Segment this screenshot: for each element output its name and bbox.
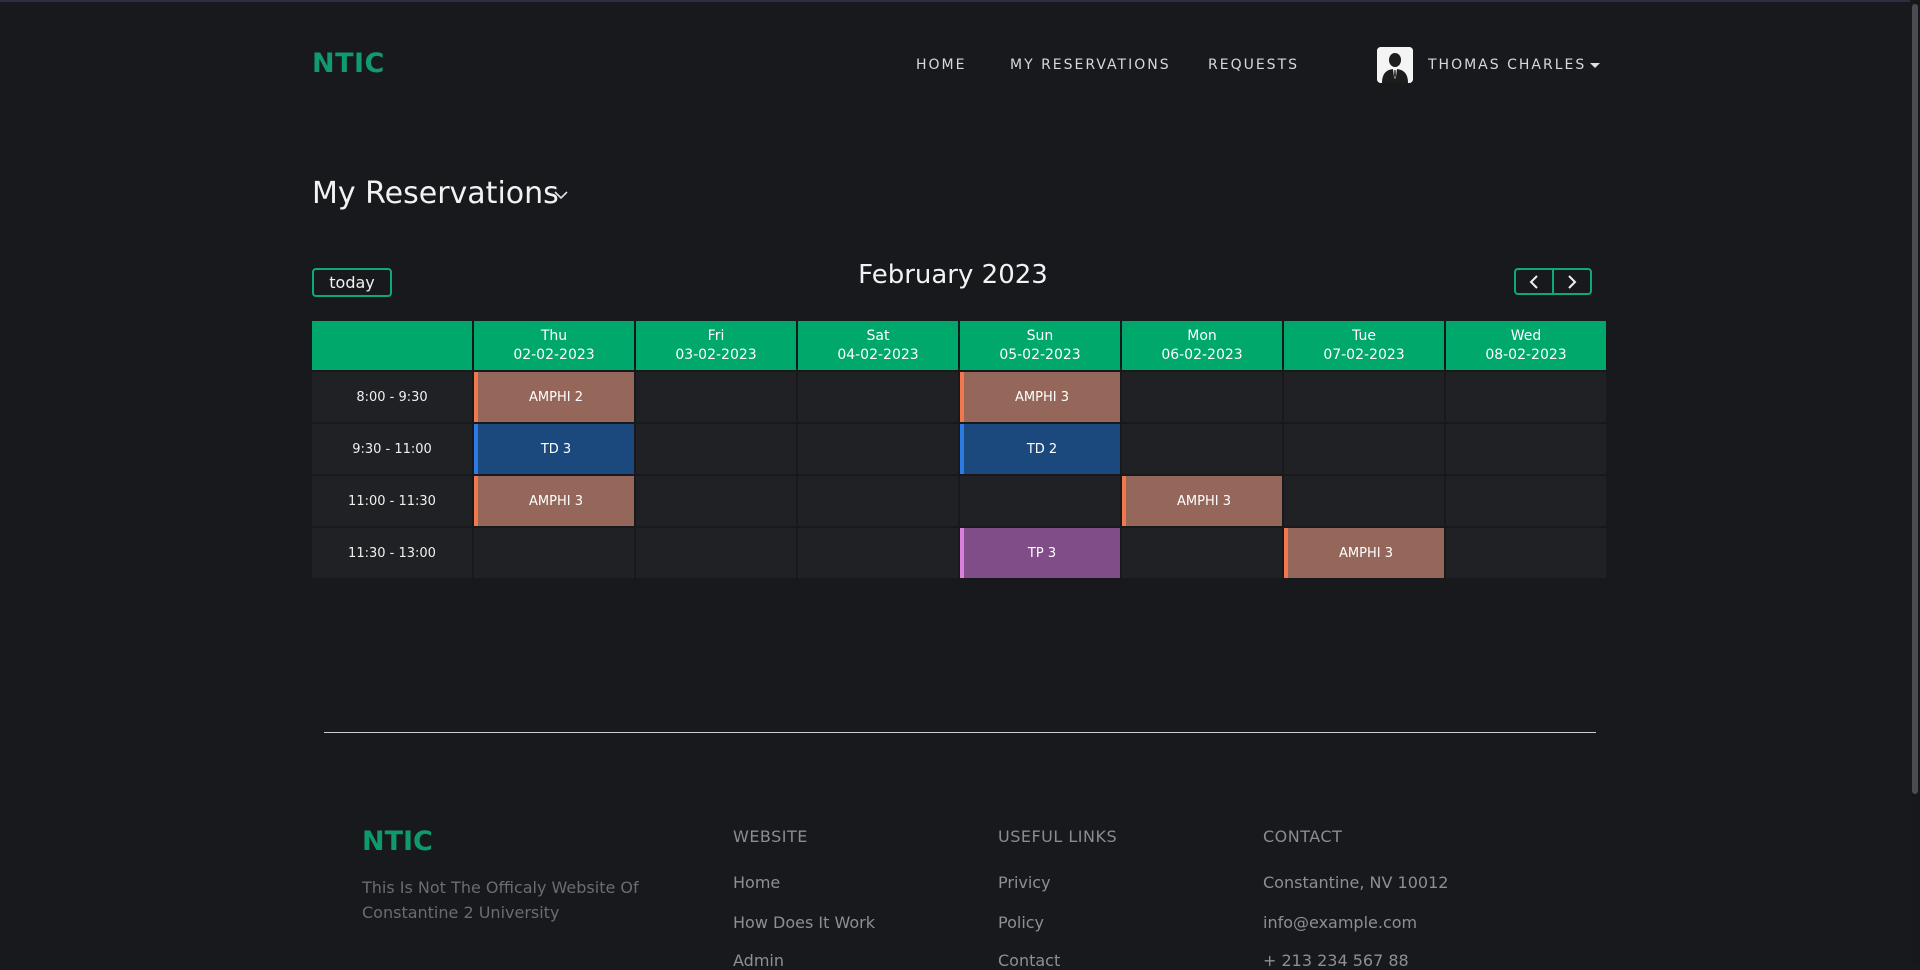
user-silhouette-icon xyxy=(1377,47,1413,83)
footer-logo[interactable]: NTIC xyxy=(362,826,433,857)
footer-link-how-it-works[interactable]: How Does It Work xyxy=(733,913,875,932)
nav-home[interactable]: HOME xyxy=(916,57,966,73)
nav-requests[interactable]: REQUESTS xyxy=(1208,57,1299,73)
day-name: Sun xyxy=(1026,327,1054,344)
time-slot-label: 8:00 - 9:30 xyxy=(312,372,472,422)
chevron-right-icon xyxy=(1568,274,1577,289)
day-header: Mon 06-02-2023 xyxy=(1122,321,1282,370)
calendar-cell[interactable] xyxy=(798,372,958,422)
calendar-cell[interactable] xyxy=(1446,476,1606,526)
day-header: Fri 03-02-2023 xyxy=(636,321,796,370)
calendar-grid: Thu 02-02-2023 Fri 03-02-2023 Sat 04-02-202… xyxy=(312,321,1606,578)
day-date: 08-02-2023 xyxy=(1485,346,1567,363)
calendar-cell[interactable] xyxy=(1122,528,1282,578)
day-name: Wed xyxy=(1510,327,1542,344)
prev-week-button[interactable] xyxy=(1516,270,1552,293)
reservation-event[interactable]: AMPHI 3 xyxy=(960,372,1120,422)
time-slot-label: 11:30 - 13:00 xyxy=(312,528,472,578)
scrollbar-thumb[interactable] xyxy=(1912,4,1918,794)
reservation-event[interactable]: AMPHI 3 xyxy=(1284,528,1444,578)
time-slot-label: 9:30 - 11:00 xyxy=(312,424,472,474)
calendar-cell[interactable]: AMPHI 3 xyxy=(960,372,1120,422)
calendar-cell[interactable] xyxy=(1122,424,1282,474)
day-name: Sat xyxy=(866,327,890,344)
calendar-cell[interactable] xyxy=(798,424,958,474)
top-border xyxy=(0,0,1920,2)
calendar-cell[interactable]: AMPHI 3 xyxy=(1284,528,1444,578)
site-logo[interactable]: NTIC xyxy=(312,48,385,79)
calendar-cell[interactable]: TP 3 xyxy=(960,528,1120,578)
calendar-cell[interactable] xyxy=(798,528,958,578)
calendar-cell[interactable] xyxy=(636,528,796,578)
day-date: 07-02-2023 xyxy=(1323,346,1405,363)
header-corner xyxy=(312,321,472,370)
calendar-cell[interactable] xyxy=(1446,528,1606,578)
day-date: 05-02-2023 xyxy=(999,346,1081,363)
calendar-cell[interactable] xyxy=(1284,476,1444,526)
user-menu-caret-icon[interactable] xyxy=(1590,63,1600,68)
calendar-cell[interactable] xyxy=(1284,424,1444,474)
footer-email[interactable]: info@example.com xyxy=(1263,913,1417,932)
footer-heading-contact: CONTACT xyxy=(1263,827,1343,846)
calendar-cell[interactable] xyxy=(798,476,958,526)
nav-my-reservations[interactable]: MY RESERVATIONS xyxy=(1010,57,1171,73)
footer-link-contact[interactable]: Contact xyxy=(998,951,1060,970)
reservation-event[interactable]: TD 3 xyxy=(474,424,634,474)
user-avatar[interactable] xyxy=(1377,47,1413,83)
footer-heading-website: WEBSITE xyxy=(733,827,808,846)
footer-address: Constantine, NV 10012 xyxy=(1263,873,1449,892)
calendar-nav-group xyxy=(1514,268,1592,295)
time-slot-label: 11:00 - 11:30 xyxy=(312,476,472,526)
day-header: Sun 05-02-2023 xyxy=(960,321,1120,370)
reservation-event[interactable]: TD 2 xyxy=(960,424,1120,474)
footer-heading-useful-links: USEFUL LINKS xyxy=(998,827,1118,846)
footer-description: This Is Not The Officaly Website Of Cons… xyxy=(362,878,639,922)
calendar-cell[interactable] xyxy=(1446,372,1606,422)
today-button[interactable]: today xyxy=(312,268,392,297)
chevron-down-icon[interactable] xyxy=(553,190,569,200)
calendar-cell[interactable]: AMPHI 3 xyxy=(1122,476,1282,526)
reservation-event[interactable]: AMPHI 2 xyxy=(474,372,634,422)
footer-link-privacy[interactable]: Privicy xyxy=(998,873,1051,892)
calendar-cell[interactable]: AMPHI 2 xyxy=(474,372,634,422)
reservation-event[interactable]: AMPHI 3 xyxy=(474,476,634,526)
day-name: Fri xyxy=(707,327,725,344)
calendar-cell[interactable]: AMPHI 3 xyxy=(474,476,634,526)
calendar-cell[interactable] xyxy=(636,476,796,526)
footer-link-policy[interactable]: Policy xyxy=(998,913,1044,932)
day-name: Thu xyxy=(540,327,568,344)
calendar-cell[interactable] xyxy=(1122,372,1282,422)
day-name: Mon xyxy=(1187,327,1217,344)
calendar-cell[interactable] xyxy=(474,528,634,578)
reservation-event[interactable]: AMPHI 3 xyxy=(1122,476,1282,526)
day-date: 06-02-2023 xyxy=(1161,346,1243,363)
calendar-cell[interactable] xyxy=(1446,424,1606,474)
day-header: Sat 04-02-2023 xyxy=(798,321,958,370)
user-menu-name[interactable]: THOMAS CHARLES xyxy=(1428,57,1586,73)
day-header: Tue 07-02-2023 xyxy=(1284,321,1444,370)
footer-phone[interactable]: + 213 234 567 88 xyxy=(1263,951,1409,970)
footer-link-admin[interactable]: Admin xyxy=(733,951,784,970)
calendar-cell[interactable] xyxy=(636,424,796,474)
calendar-cell[interactable] xyxy=(636,372,796,422)
chevron-left-icon xyxy=(1529,274,1538,289)
day-header: Wed 08-02-2023 xyxy=(1446,321,1606,370)
reservation-event[interactable]: TP 3 xyxy=(960,528,1120,578)
day-date: 03-02-2023 xyxy=(675,346,757,363)
day-header: Thu 02-02-2023 xyxy=(474,321,634,370)
day-date: 04-02-2023 xyxy=(837,346,919,363)
day-date: 02-02-2023 xyxy=(513,346,595,363)
next-week-button[interactable] xyxy=(1552,270,1590,293)
calendar-cell[interactable] xyxy=(960,476,1120,526)
calendar-cell[interactable]: TD 2 xyxy=(960,424,1120,474)
calendar-month-title: February 2023 xyxy=(858,260,1048,290)
page-title: My Reservations xyxy=(312,176,559,211)
calendar-cell[interactable] xyxy=(1284,372,1444,422)
footer-divider xyxy=(324,732,1596,733)
calendar-cell[interactable]: TD 3 xyxy=(474,424,634,474)
page-scrollbar[interactable] xyxy=(1910,0,1920,965)
day-name: Tue xyxy=(1352,327,1376,344)
footer-link-home[interactable]: Home xyxy=(733,873,780,892)
